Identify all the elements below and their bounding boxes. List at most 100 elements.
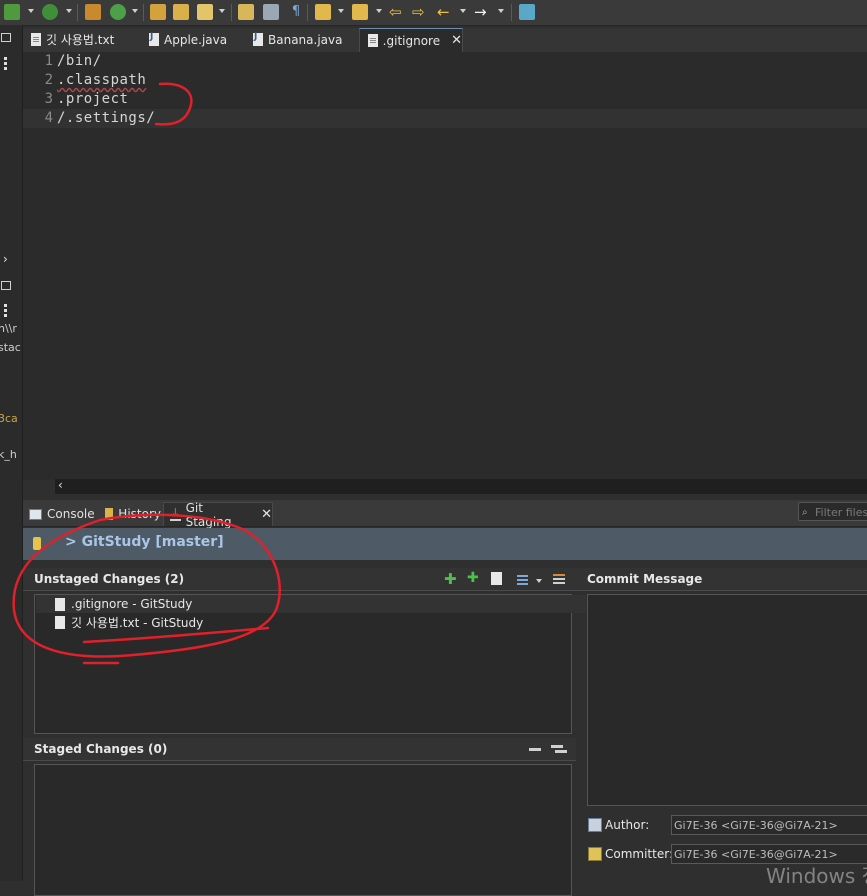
view-text-fragment: stac bbox=[0, 341, 21, 354]
open-type-icon[interactable] bbox=[150, 4, 166, 20]
tab-label: Banana.java bbox=[268, 32, 343, 47]
tab-history[interactable]: History bbox=[99, 502, 161, 526]
repository-icon bbox=[33, 537, 41, 550]
view-tab-bar: Console History ↓ Git Staging ✕ bbox=[23, 500, 867, 529]
unstage-all-icon[interactable] bbox=[551, 745, 563, 748]
line-content: .classpath bbox=[57, 72, 147, 88]
next-edit-icon[interactable]: ⇨ bbox=[412, 4, 428, 20]
tab-apple-java[interactable]: Apple.java bbox=[141, 28, 241, 51]
whitespace-icon[interactable]: ¶ bbox=[288, 4, 304, 20]
left-view-strip: › n\\r stac 3ca k_h bbox=[0, 25, 23, 881]
open-task-icon[interactable] bbox=[173, 4, 189, 20]
tab-banana-java[interactable]: Banana.java bbox=[245, 28, 355, 51]
main-toolbar: ¶ ⇦ ⇨ ← → bbox=[0, 0, 867, 26]
back-icon[interactable]: ← bbox=[437, 4, 453, 20]
toolbar-separator bbox=[307, 4, 308, 21]
prev-annotation-icon[interactable] bbox=[352, 4, 368, 20]
view-menu-icon[interactable] bbox=[4, 57, 7, 60]
author-icon bbox=[588, 818, 602, 832]
external-tools-icon[interactable] bbox=[519, 4, 535, 20]
repository-header: > GitStudy [master] bbox=[23, 528, 867, 560]
tab-git-usage-txt[interactable]: 깃 사용법.txt bbox=[23, 28, 137, 51]
tab-label: Console bbox=[47, 507, 95, 521]
close-icon[interactable]: ✕ bbox=[261, 507, 272, 522]
text-editor[interactable]: 1 /bin/ 2 .classpath 3 .project 4 /.sett… bbox=[23, 52, 867, 480]
block-select-icon[interactable] bbox=[263, 4, 279, 20]
line-number: 2 bbox=[44, 72, 53, 88]
chevron-down-icon[interactable] bbox=[28, 9, 34, 13]
staged-changes-header: Staged Changes (0) bbox=[23, 738, 576, 761]
new-class-icon[interactable] bbox=[110, 4, 126, 20]
tree-presentation-icon[interactable] bbox=[517, 575, 528, 577]
minimize-view-icon[interactable] bbox=[1, 281, 11, 290]
list-item-label: .gitignore - GitStudy bbox=[71, 597, 193, 611]
line-content: .project bbox=[57, 91, 129, 107]
tab-console[interactable]: Console bbox=[23, 502, 97, 526]
debug-icon[interactable] bbox=[4, 4, 20, 20]
chevron-down-icon[interactable] bbox=[132, 9, 138, 13]
run-icon[interactable] bbox=[42, 4, 58, 20]
next-annotation-icon[interactable] bbox=[315, 4, 331, 20]
view-text-fragment: k_h bbox=[0, 448, 17, 461]
view-text-fragment: 3ca bbox=[0, 412, 18, 425]
scroll-left-icon[interactable]: ‹ bbox=[58, 478, 63, 492]
list-item-label: 깃 사용법.txt - GitStudy bbox=[71, 615, 204, 630]
editor-line: 1 /bin/ bbox=[23, 52, 867, 71]
author-label: Author: bbox=[588, 818, 649, 832]
tab-label: Apple.java bbox=[164, 32, 228, 47]
author-label-text: Author: bbox=[605, 818, 650, 832]
toolbar-separator bbox=[511, 4, 512, 21]
toolbar-separator bbox=[231, 4, 232, 21]
close-icon[interactable]: ✕ bbox=[451, 33, 462, 48]
stage-all-icon[interactable]: ✚ bbox=[467, 570, 479, 586]
tab-label: .gitignore bbox=[382, 33, 441, 48]
toggle-mark-icon[interactable] bbox=[238, 4, 254, 20]
committer-label: Committer: bbox=[588, 847, 673, 861]
chevron-down-icon[interactable] bbox=[498, 9, 504, 13]
editor-tab-bar: 깃 사용법.txt Apple.java Banana.java .gitign… bbox=[23, 28, 867, 52]
tab-label: 깃 사용법.txt bbox=[46, 33, 115, 47]
text-file-icon bbox=[368, 34, 378, 47]
unstaged-changes-header: Unstaged Changes (2) ✚ ✚ bbox=[23, 568, 576, 591]
commit-message-textarea[interactable] bbox=[587, 594, 867, 806]
chevron-down-icon[interactable] bbox=[460, 9, 466, 13]
java-file-icon bbox=[253, 32, 263, 46]
sort-icon[interactable] bbox=[553, 574, 565, 576]
committer-icon bbox=[588, 847, 602, 861]
section-title: Unstaged Changes (2) bbox=[34, 572, 185, 586]
view-menu-icon[interactable] bbox=[4, 304, 7, 307]
highlight-icon[interactable] bbox=[197, 4, 213, 20]
chevron-down-icon[interactable] bbox=[376, 9, 382, 13]
staged-changes-list[interactable] bbox=[34, 764, 572, 896]
last-edit-icon[interactable]: ⇦ bbox=[389, 4, 405, 20]
filter-placeholder: Filter files bbox=[815, 506, 867, 519]
windows-activation-watermark: Windows 정 bbox=[766, 864, 867, 888]
chevron-down-icon[interactable] bbox=[338, 9, 344, 13]
commit-message-header: Commit Message bbox=[576, 568, 867, 591]
filter-files-input[interactable]: ⌕ Filter files bbox=[798, 502, 867, 521]
chevron-right-icon[interactable]: › bbox=[3, 252, 8, 266]
chevron-down-icon[interactable] bbox=[536, 579, 542, 583]
tab-gitignore[interactable]: .gitignore ✕ bbox=[359, 28, 463, 52]
line-number: 3 bbox=[44, 91, 53, 107]
modified-file-icon bbox=[55, 615, 65, 629]
forward-icon[interactable]: → bbox=[474, 4, 490, 20]
unstage-selected-icon[interactable] bbox=[529, 748, 541, 751]
author-field[interactable]: Gi7E-36 <Gi7E-36@Gi7A-21> bbox=[671, 815, 867, 835]
line-content: /.settings/ bbox=[57, 110, 156, 126]
toolbar-separator bbox=[77, 4, 78, 21]
java-file-icon bbox=[149, 32, 159, 46]
console-icon bbox=[29, 508, 42, 520]
editor-horizontal-scrollbar[interactable]: ‹ bbox=[55, 478, 867, 494]
editor-line-current: 4 /.settings/ bbox=[23, 109, 867, 128]
chevron-down-icon[interactable] bbox=[66, 9, 72, 13]
list-item[interactable]: .gitignore - GitStudy bbox=[36, 595, 586, 613]
list-item[interactable]: 깃 사용법.txt - GitStudy bbox=[55, 613, 203, 631]
tab-git-staging[interactable]: ↓ Git Staging ✕ bbox=[163, 501, 273, 529]
minimize-view-icon[interactable] bbox=[1, 33, 11, 42]
new-package-icon[interactable] bbox=[85, 4, 101, 20]
chevron-down-icon[interactable] bbox=[219, 9, 225, 13]
unstaged-changes-list[interactable]: .gitignore - GitStudy 깃 사용법.txt - GitStu… bbox=[34, 594, 586, 734]
stage-selected-icon[interactable]: ✚ bbox=[444, 570, 457, 588]
ignore-icon[interactable] bbox=[491, 572, 502, 585]
